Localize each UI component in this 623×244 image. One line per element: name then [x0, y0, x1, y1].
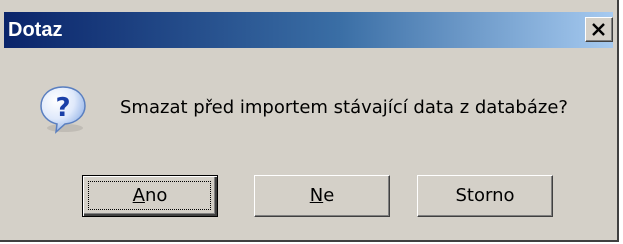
yes-button-label: Ano: [132, 185, 168, 206]
close-x-icon: [592, 23, 605, 36]
dialog-window: Dotaz ? Smazat před importem stávající d…: [0, 0, 619, 242]
cancel-button[interactable]: Storno: [417, 175, 553, 217]
yes-button[interactable]: Ano: [82, 175, 218, 217]
question-icon: ?: [40, 86, 86, 134]
cancel-button-label: Storno: [455, 185, 515, 206]
svg-text:?: ?: [55, 93, 70, 123]
title-bar[interactable]: Dotaz: [4, 12, 613, 48]
dialog-message: Smazat před importem stávající data z da…: [120, 97, 568, 118]
no-button-label: Ne: [309, 185, 335, 206]
dialog-title: Dotaz: [8, 19, 63, 41]
no-button[interactable]: Ne: [254, 175, 390, 217]
close-button[interactable]: [585, 17, 613, 42]
